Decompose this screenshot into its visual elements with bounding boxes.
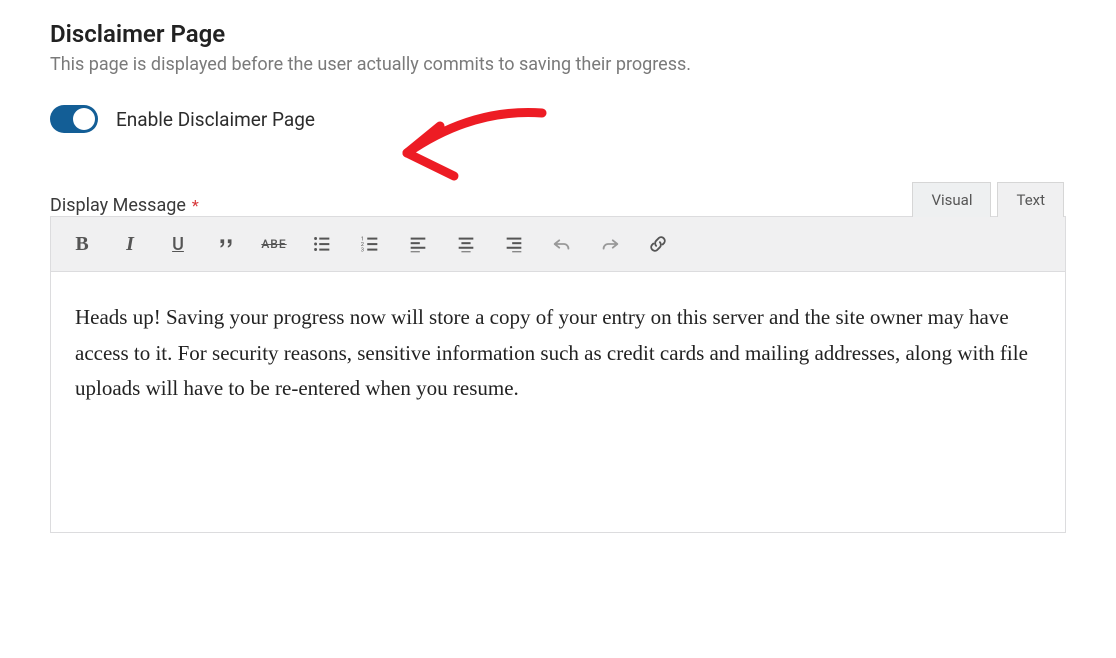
tab-text[interactable]: Text bbox=[997, 182, 1064, 217]
align-right-button[interactable] bbox=[493, 225, 535, 263]
align-left-button[interactable] bbox=[397, 225, 439, 263]
bullet-list-button[interactable] bbox=[301, 225, 343, 263]
align-center-button[interactable] bbox=[445, 225, 487, 263]
numbered-list-icon: 1 2 3 bbox=[359, 233, 381, 255]
undo-button[interactable] bbox=[541, 225, 583, 263]
section-description: This page is displayed before the user a… bbox=[50, 54, 1066, 75]
align-right-icon bbox=[503, 233, 525, 255]
field-label-row: Display Message * Visual Text bbox=[50, 181, 1066, 216]
tab-visual[interactable]: Visual bbox=[912, 182, 991, 217]
section-heading: Disclaimer Page bbox=[50, 20, 1066, 48]
editor-tabs: Visual Text bbox=[912, 181, 1064, 216]
toggle-label: Enable Disclaimer Page bbox=[116, 108, 315, 131]
blockquote-icon bbox=[215, 233, 237, 255]
required-marker: * bbox=[192, 196, 199, 215]
bold-button[interactable]: B bbox=[61, 225, 103, 263]
strikethrough-button[interactable]: ABE bbox=[253, 225, 295, 263]
italic-button[interactable]: I bbox=[109, 225, 151, 263]
blockquote-button[interactable] bbox=[205, 225, 247, 263]
editor-content[interactable]: Heads up! Saving your progress now will … bbox=[51, 272, 1065, 532]
underline-button[interactable]: U bbox=[157, 225, 199, 263]
bullet-list-icon bbox=[311, 233, 333, 255]
undo-icon bbox=[551, 233, 573, 255]
wysiwyg-editor: B I U ABE 1 2 3 bbox=[50, 216, 1066, 533]
toggle-knob bbox=[73, 108, 95, 130]
redo-button[interactable] bbox=[589, 225, 631, 263]
numbered-list-button[interactable]: 1 2 3 bbox=[349, 225, 391, 263]
editor-toolbar: B I U ABE 1 2 3 bbox=[51, 217, 1065, 272]
link-icon bbox=[647, 233, 669, 255]
link-button[interactable] bbox=[637, 225, 679, 263]
enable-disclaimer-toggle[interactable] bbox=[50, 105, 98, 133]
align-center-icon bbox=[455, 233, 477, 255]
toggle-row: Enable Disclaimer Page bbox=[50, 105, 1066, 133]
display-message-label: Display Message bbox=[50, 195, 186, 216]
svg-text:3: 3 bbox=[361, 247, 364, 253]
align-left-icon bbox=[407, 233, 429, 255]
redo-icon bbox=[599, 233, 621, 255]
